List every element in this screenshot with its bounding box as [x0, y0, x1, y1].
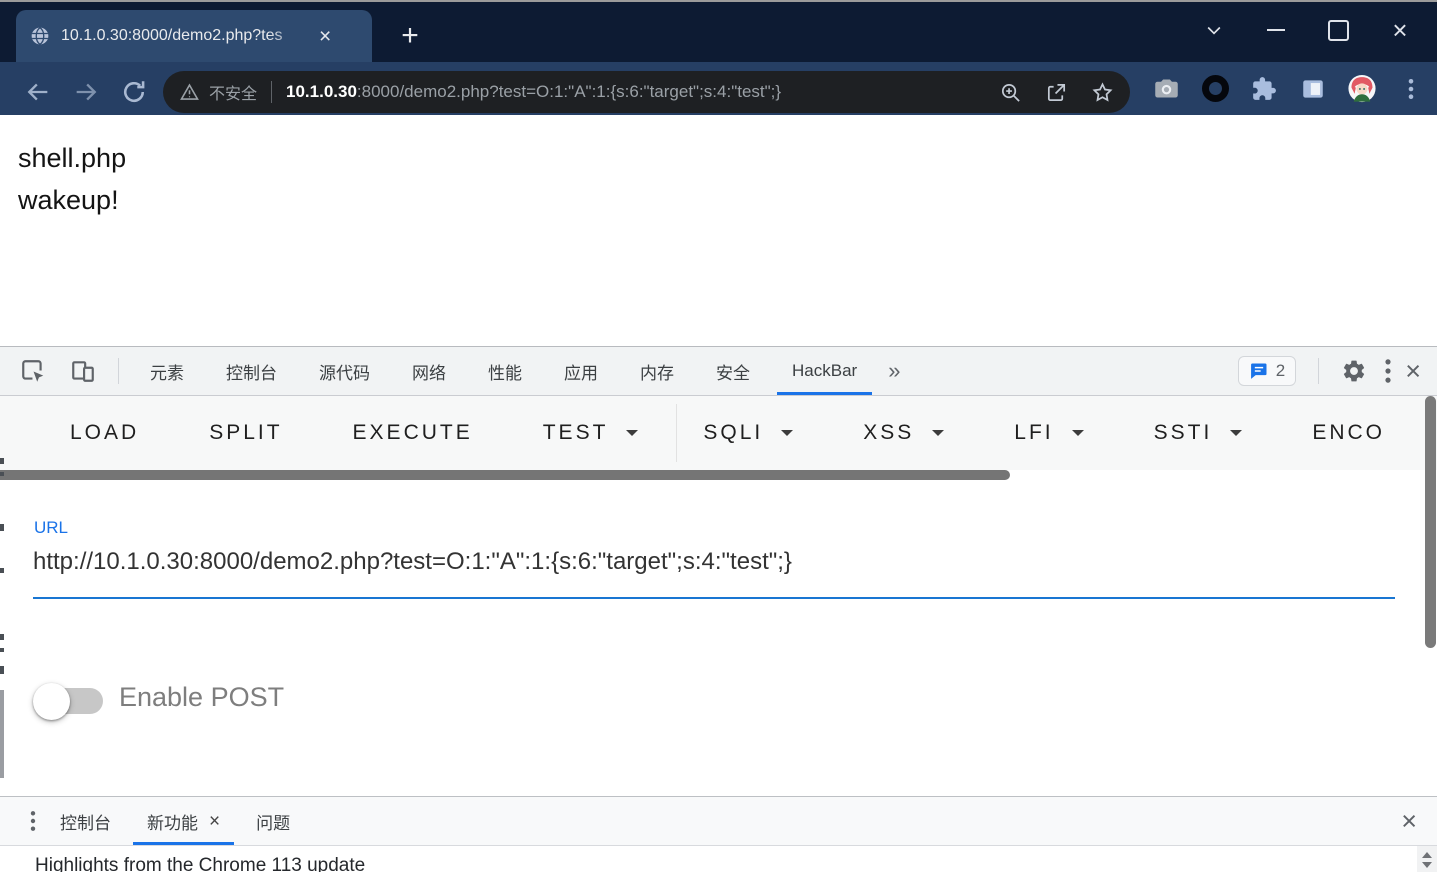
security-label[interactable]: 不安全 [209, 80, 257, 104]
window-top-border [0, 0, 1437, 2]
devtools-tab-application[interactable]: 应用 [543, 347, 619, 395]
hackbar-encoding-menu[interactable]: ENCO [1312, 421, 1385, 445]
settings-gear-icon[interactable] [1341, 358, 1367, 384]
share-icon[interactable] [1045, 81, 1068, 104]
devtools-tab-hackbar[interactable]: HackBar [771, 347, 878, 395]
bookmark-star-icon[interactable] [1091, 81, 1114, 104]
hackbar-menu-bar: LOAD SPLIT EXECUTE TEST SQLI XSS LFI SST… [0, 396, 1437, 470]
scroll-up-icon[interactable] [1422, 852, 1432, 858]
extensions-puzzle-icon[interactable] [1250, 75, 1278, 103]
tab-search-chevron-icon[interactable] [1183, 8, 1245, 52]
devtools-tab-memory[interactable]: 内存 [619, 347, 695, 395]
hackbar-menu-divider [676, 404, 677, 462]
more-tabs-icon[interactable]: » [878, 358, 910, 384]
devtools-close-icon[interactable]: × [1397, 358, 1437, 385]
minimize-button[interactable] [1245, 8, 1307, 52]
url-field-label: URL [34, 518, 68, 538]
horizontal-scrollbar-thumb[interactable] [0, 470, 1010, 480]
drawer-tab-console[interactable]: 控制台 [42, 797, 129, 845]
hackbar-split-button[interactable]: SPLIT [209, 421, 282, 445]
inspect-element-icon[interactable] [20, 358, 46, 384]
drawer-tab-bar: 控制台 新功能 × 问题 × [0, 797, 1437, 846]
dropdown-caret-icon [1230, 430, 1242, 436]
drawer-tab-close-icon[interactable]: × [209, 812, 220, 831]
devtools-tab-sources[interactable]: 源代码 [298, 347, 391, 395]
drawer-tab-whats-new[interactable]: 新功能 × [129, 797, 238, 845]
drawer-menu-kebab-icon[interactable] [24, 810, 42, 832]
issues-badge[interactable]: 2 [1238, 356, 1296, 386]
browser-tab[interactable]: 10.1.0.30:8000/demo2.php?tes × [16, 10, 372, 62]
devtools-tab-security[interactable]: 安全 [695, 347, 771, 395]
hackbar-test-menu[interactable]: TEST [543, 421, 639, 445]
globe-favicon-icon [30, 26, 50, 46]
profile-avatar[interactable] [1348, 75, 1376, 103]
dropdown-caret-icon [932, 430, 944, 436]
whats-new-heading: Highlights from the Chrome 113 update [35, 855, 365, 872]
window-close-button[interactable]: × [1369, 8, 1431, 52]
left-edge-artifact [0, 396, 5, 796]
devtools-tab-performance[interactable]: 性能 [467, 347, 543, 395]
enable-post-label: Enable POST [119, 682, 284, 713]
url-host: 10.1.0.30 [286, 82, 357, 101]
devtools-tab-elements[interactable]: 元素 [129, 347, 205, 395]
page-text-line: shell.php [0, 115, 1437, 179]
reload-icon[interactable] [120, 78, 148, 106]
url-field-input[interactable]: http://10.1.0.30:8000/demo2.php?test=O:1… [33, 548, 1395, 576]
devtools-tab-network[interactable]: 网络 [391, 347, 467, 395]
dropdown-caret-icon [1072, 430, 1084, 436]
ring-extension-icon[interactable] [1201, 75, 1229, 103]
forward-icon[interactable] [72, 78, 100, 106]
maximize-button[interactable] [1307, 8, 1369, 52]
message-bubble-icon [1249, 361, 1269, 381]
page-content: shell.php wakeup! [0, 115, 1437, 346]
devtools-toolbar-divider [118, 358, 119, 384]
window-controls: × [1183, 6, 1431, 54]
address-bar[interactable]: 不安全 10.1.0.30:8000/demo2.php?test=O:1:"A… [163, 71, 1130, 113]
devtools-toolbar-divider [1318, 358, 1319, 384]
toggle-knob[interactable] [33, 683, 70, 720]
new-tab-button[interactable]: + [388, 14, 432, 58]
issues-count: 2 [1276, 361, 1285, 381]
enable-post-toggle[interactable] [35, 683, 105, 719]
url-path: :8000/demo2.php?test=O:1:"A":1:{s:6:"tar… [357, 82, 781, 101]
hackbar-ssti-menu[interactable]: SSTI [1154, 421, 1243, 445]
hackbar-xss-menu[interactable]: XSS [863, 421, 944, 445]
devtools-tab-bar: 元素 控制台 源代码 网络 性能 应用 内存 安全 HackBar » 2 × [0, 346, 1437, 396]
dropdown-caret-icon [781, 430, 793, 436]
side-panel-icon[interactable] [1299, 75, 1327, 103]
drawer-scrollbar-arrows[interactable] [1417, 846, 1437, 872]
zoom-icon[interactable] [999, 81, 1022, 104]
omnibox-divider [271, 81, 272, 103]
drawer-content: Highlights from the Chrome 113 update [0, 846, 1437, 872]
page-text-line: wakeup! [0, 179, 1437, 221]
url-text[interactable]: 10.1.0.30:8000/demo2.php?test=O:1:"A":1:… [286, 82, 976, 102]
hackbar-load-button[interactable]: LOAD [70, 421, 139, 445]
tab-close-icon[interactable]: × [319, 26, 331, 47]
extensions-row [1131, 62, 1425, 115]
tab-strip: 10.1.0.30:8000/demo2.php?tes × + × [0, 0, 1437, 62]
hackbar-panel: LOAD SPLIT EXECUTE TEST SQLI XSS LFI SST… [0, 396, 1437, 796]
tab-title: 10.1.0.30:8000/demo2.php?tes [61, 27, 313, 45]
drawer-tab-issues[interactable]: 问题 [238, 797, 308, 845]
vertical-scrollbar-thumb[interactable] [1425, 396, 1436, 648]
device-toolbar-icon[interactable] [70, 358, 96, 384]
devtools-tab-console[interactable]: 控制台 [205, 347, 298, 395]
browser-menu-kebab-icon[interactable] [1397, 75, 1425, 103]
hackbar-lfi-menu[interactable]: LFI [1014, 421, 1083, 445]
devtools-menu-kebab-icon[interactable] [1379, 358, 1397, 384]
devtools-drawer: 控制台 新功能 × 问题 × Highlights from the Chrom… [0, 796, 1437, 872]
dropdown-caret-icon [626, 430, 638, 436]
url-field-underline [33, 597, 1395, 599]
hackbar-execute-button[interactable]: EXECUTE [353, 421, 473, 445]
screenshot-extension-icon[interactable] [1152, 75, 1180, 103]
scroll-down-icon[interactable] [1422, 862, 1432, 868]
hackbar-sqli-menu[interactable]: SQLI [703, 421, 793, 445]
browser-window: 10.1.0.30:8000/demo2.php?tes × + × 不安全 1… [0, 0, 1437, 872]
back-icon[interactable] [24, 78, 52, 106]
not-secure-warning-icon [179, 82, 200, 103]
drawer-close-icon[interactable]: × [1393, 808, 1437, 835]
